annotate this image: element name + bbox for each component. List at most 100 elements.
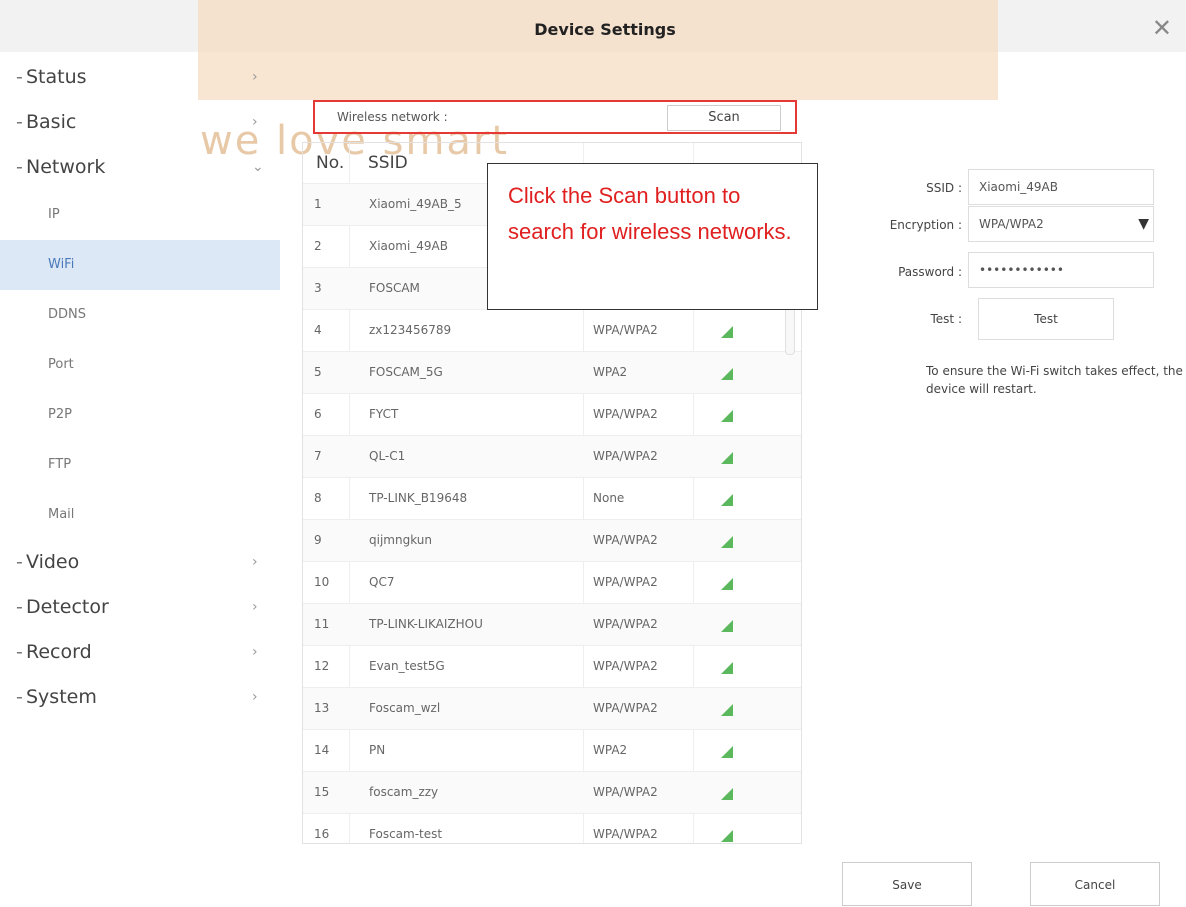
signal-icon bbox=[721, 536, 733, 548]
row-ssid: qijmngkun bbox=[369, 533, 432, 547]
password-field[interactable]: •••••••••••• bbox=[968, 252, 1154, 288]
signal-icon bbox=[721, 368, 733, 380]
table-row[interactable]: 15 foscam_zzy WPA/WPA2 bbox=[303, 771, 801, 813]
row-ssid: TP-LINK-LIKAIZHOU bbox=[369, 617, 483, 631]
encryption-label: Encryption : bbox=[889, 218, 962, 232]
cancel-button[interactable]: Cancel bbox=[1030, 862, 1160, 906]
sidebar-subitem-ddns[interactable]: DDNS bbox=[0, 290, 280, 340]
header-ssid: SSID bbox=[368, 153, 408, 173]
wireless-network-label: Wireless network : bbox=[337, 110, 448, 124]
row-number: 4 bbox=[314, 323, 322, 337]
sidebar-item-label: Network bbox=[26, 156, 106, 178]
sidebar-item-label: Status bbox=[26, 66, 87, 88]
signal-icon bbox=[721, 494, 733, 506]
table-row[interactable]: 6 FYCT WPA/WPA2 bbox=[303, 393, 801, 435]
row-number: 11 bbox=[314, 617, 330, 631]
sidebar-subitem-p2p[interactable]: P2P bbox=[0, 390, 280, 440]
chevron-right-icon: › bbox=[252, 644, 258, 660]
row-encryption: WPA/WPA2 bbox=[593, 407, 658, 421]
sidebar: - Status › - Basic › - Network ⌄ IP WiFi… bbox=[0, 55, 280, 720]
sidebar-item-basic[interactable]: - Basic › bbox=[0, 100, 280, 145]
row-ssid: Xiaomi_49AB_5 bbox=[369, 197, 462, 211]
table-row[interactable]: 12 Evan_test5G WPA/WPA2 bbox=[303, 645, 801, 687]
row-ssid: FOSCAM_5G bbox=[369, 365, 443, 379]
test-label: Test : bbox=[930, 312, 963, 326]
table-row[interactable]: 5 FOSCAM_5G WPA2 bbox=[303, 351, 801, 393]
table-row[interactable]: 7 QL-C1 WPA/WPA2 bbox=[303, 435, 801, 477]
row-number: 10 bbox=[314, 575, 330, 589]
row-ssid: QC7 bbox=[369, 575, 395, 589]
encryption-value: WPA/WPA2 bbox=[979, 217, 1044, 231]
row-ssid: Foscam_wzl bbox=[369, 701, 441, 715]
row-ssid: Foscam-test bbox=[369, 827, 443, 841]
signal-icon bbox=[721, 620, 733, 632]
table-row[interactable]: 4 zx123456789 WPA/WPA2 bbox=[303, 309, 801, 351]
sidebar-subitem-ftp[interactable]: FTP bbox=[0, 440, 280, 490]
dropdown-arrow-icon: ▼ bbox=[1138, 216, 1149, 232]
table-row[interactable]: 11 TP-LINK-LIKAIZHOU WPA/WPA2 bbox=[303, 603, 801, 645]
row-number: 7 bbox=[314, 449, 322, 463]
sidebar-subitem-port[interactable]: Port bbox=[0, 340, 280, 390]
sidebar-item-system[interactable]: - System › bbox=[0, 675, 280, 720]
sidebar-subitem-ip[interactable]: IP bbox=[0, 190, 280, 240]
row-number: 6 bbox=[314, 407, 322, 421]
sidebar-item-label: Record bbox=[26, 641, 92, 663]
chevron-right-icon: › bbox=[252, 689, 258, 705]
row-encryption: WPA/WPA2 bbox=[593, 449, 658, 463]
row-encryption: None bbox=[593, 491, 625, 505]
table-row[interactable]: 10 QC7 WPA/WPA2 bbox=[303, 561, 801, 603]
row-ssid: zx123456789 bbox=[369, 323, 452, 337]
row-number: 5 bbox=[314, 365, 322, 379]
row-number: 12 bbox=[314, 659, 330, 673]
table-row[interactable]: 13 Foscam_wzl WPA/WPA2 bbox=[303, 687, 801, 729]
signal-icon bbox=[721, 746, 733, 758]
table-row[interactable]: 9 qijmngkun WPA/WPA2 bbox=[303, 519, 801, 561]
row-number: 13 bbox=[314, 701, 330, 715]
sidebar-item-label: Video bbox=[26, 551, 80, 573]
instruction-callout: Click the Scan button to search for wire… bbox=[487, 163, 818, 310]
row-number: 3 bbox=[314, 281, 322, 295]
table-row[interactable]: 16 Foscam-test WPA/WPA2 bbox=[303, 813, 801, 843]
sidebar-subitem-wifi[interactable]: WiFi bbox=[0, 240, 280, 290]
signal-icon bbox=[721, 704, 733, 716]
test-button[interactable]: Test bbox=[978, 298, 1114, 340]
encryption-select[interactable]: WPA/WPA2 ▼ bbox=[968, 206, 1154, 242]
save-button[interactable]: Save bbox=[842, 862, 972, 906]
row-number: 9 bbox=[314, 533, 322, 547]
close-icon[interactable]: ✕ bbox=[1152, 14, 1172, 42]
row-ssid: TP-LINK_B19648 bbox=[369, 491, 468, 505]
signal-icon bbox=[721, 410, 733, 422]
sidebar-item-status[interactable]: - Status › bbox=[0, 55, 280, 100]
sidebar-item-detector[interactable]: - Detector › bbox=[0, 585, 280, 630]
chevron-right-icon: › bbox=[252, 554, 258, 570]
watermark-logo bbox=[198, 0, 998, 100]
chevron-right-icon: › bbox=[252, 69, 258, 85]
row-encryption: WPA/WPA2 bbox=[593, 785, 658, 799]
chevron-down-icon: ⌄ bbox=[252, 159, 264, 175]
row-encryption: WPA/WPA2 bbox=[593, 533, 658, 547]
table-row[interactable]: 8 TP-LINK_B19648 None bbox=[303, 477, 801, 519]
header-no: No. bbox=[316, 153, 345, 173]
sidebar-subitem-mail[interactable]: Mail bbox=[0, 490, 280, 540]
signal-icon bbox=[721, 326, 733, 338]
row-encryption: WPA/WPA2 bbox=[593, 575, 658, 589]
scan-bar-highlight: Wireless network : Scan bbox=[313, 100, 797, 134]
row-number: 1 bbox=[314, 197, 322, 211]
sidebar-item-network[interactable]: - Network ⌄ bbox=[0, 145, 280, 190]
row-encryption: WPA/WPA2 bbox=[593, 827, 658, 841]
row-encryption: WPA/WPA2 bbox=[593, 617, 658, 631]
row-number: 8 bbox=[314, 491, 322, 505]
chevron-right-icon: › bbox=[252, 114, 258, 130]
row-encryption: WPA2 bbox=[593, 365, 628, 379]
row-ssid: Evan_test5G bbox=[369, 659, 445, 673]
scan-button[interactable]: Scan bbox=[667, 105, 781, 131]
row-number: 2 bbox=[314, 239, 322, 253]
sidebar-item-record[interactable]: - Record › bbox=[0, 630, 280, 675]
row-ssid: foscam_zzy bbox=[369, 785, 439, 799]
signal-icon bbox=[721, 830, 733, 842]
table-row[interactable]: 14 PN WPA2 bbox=[303, 729, 801, 771]
row-ssid: FYCT bbox=[369, 407, 399, 421]
ssid-field[interactable]: Xiaomi_49AB bbox=[968, 169, 1154, 205]
sidebar-item-label: System bbox=[26, 686, 97, 708]
sidebar-item-video[interactable]: - Video › bbox=[0, 540, 280, 585]
